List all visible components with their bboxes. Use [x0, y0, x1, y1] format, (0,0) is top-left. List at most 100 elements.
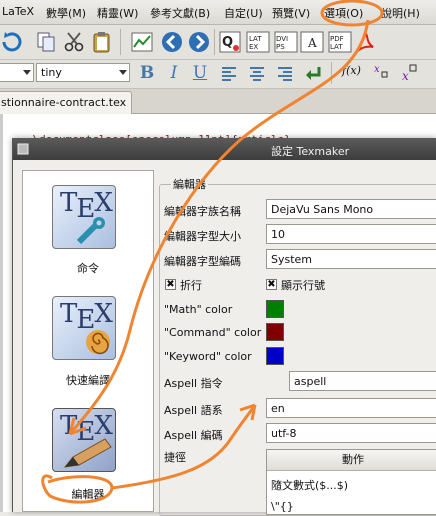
font-size-value: 10	[271, 228, 285, 241]
aspell-language-value: en	[271, 402, 285, 415]
math-color-label: "Math" color	[164, 303, 233, 316]
italic-icon[interactable]: I	[164, 63, 184, 83]
line-numbers-checkbox[interactable]: ✖	[266, 279, 277, 290]
dialog-titlebar[interactable]: 設定 Texmaker	[13, 138, 436, 160]
menu-wizard[interactable]: 精靈(W)	[97, 5, 138, 21]
svg-text:Q: Q	[222, 35, 233, 50]
paste-icon[interactable]	[90, 30, 114, 54]
group-title: 編輯器	[171, 176, 208, 192]
aspell-encoding-field[interactable]: utf-8	[266, 423, 436, 443]
forward-arrow-icon[interactable]	[187, 30, 211, 54]
shortcuts-table[interactable]: 動作 隨文數式($...$) \"{}	[266, 449, 436, 515]
cut-icon[interactable]	[62, 30, 86, 54]
svg-text:EX: EX	[249, 43, 258, 51]
menu-help[interactable]: 說明(H)	[381, 5, 420, 21]
dialog-title: 設定 Texmaker	[271, 145, 350, 158]
shortcut-row[interactable]: 隨文數式($...$)	[271, 477, 348, 493]
category-editor[interactable]: TEX 編輯器	[23, 408, 153, 508]
encoding-select[interactable]: System	[266, 249, 436, 269]
category-commands[interactable]: TEX 命令	[23, 185, 153, 285]
latex-icon[interactable]: LAT EX	[246, 30, 270, 54]
shortcut-row[interactable]: \"{}	[271, 500, 294, 513]
toolbar-separator	[214, 29, 215, 55]
settings-category-list: TEX 命令 TEX 快速編譯 TEX 編輯器	[22, 170, 154, 512]
editor-gutter	[0, 114, 3, 512]
menu-view[interactable]: 預覽(V)	[272, 5, 310, 21]
category-quick-build-label: 快速編譯	[66, 374, 110, 387]
category-quick-build[interactable]: TEX 快速編譯	[23, 296, 153, 396]
math-color-swatch[interactable]	[266, 300, 284, 318]
font-family-label: 編輯器字族名稱	[164, 205, 241, 218]
format-toolbar: tiny B I U f(x) x x	[0, 60, 436, 89]
menu-options[interactable]: 選項(O)	[324, 5, 363, 21]
menu-latex[interactable]: LaTeX	[2, 5, 34, 18]
align-center-icon[interactable]	[247, 64, 267, 84]
command-color-label: "Command" color	[164, 326, 262, 339]
svg-text:DVI: DVI	[276, 35, 288, 43]
svg-text:PS: PS	[276, 43, 285, 51]
new-line-icon[interactable]	[303, 64, 323, 84]
back-arrow-icon[interactable]	[160, 30, 184, 54]
menubar: LaTeX 數學(M) 精靈(W) 參考文獻(B) 自定(U) 預覽(V) 選項…	[0, 0, 436, 25]
menu-user[interactable]: 自定(U)	[224, 5, 263, 21]
aspell-command-field[interactable]: aspell	[289, 371, 436, 391]
font-family-field[interactable]: DejaVu Sans Mono	[266, 199, 436, 219]
commands-icon: TEX	[52, 185, 116, 249]
line-numbers-label: 顯示行號	[281, 279, 325, 292]
aspell-encoding-label: Aspell 編碼	[164, 429, 223, 442]
toolbar-separator	[331, 62, 332, 84]
view-icon[interactable]: A	[300, 30, 324, 54]
graph-icon[interactable]	[130, 30, 154, 54]
toolbar-separator	[120, 29, 121, 55]
editor-category-icon: TEX	[52, 408, 116, 472]
settings-dialog: 設定 Texmaker TEX 命令 TEX 快速編譯 TEX 編輯器 編輯器 …	[12, 138, 436, 516]
svg-text:LAT: LAT	[249, 35, 262, 43]
quick-build-icon[interactable]: Q	[218, 30, 242, 54]
aspell-command-value: aspell	[294, 375, 327, 388]
svg-text:LAT: LAT	[330, 43, 343, 51]
aspell-language-field[interactable]: en	[266, 398, 436, 418]
quick-build-category-icon: TEX	[52, 296, 116, 360]
pdflatex-icon[interactable]: PDF LAT	[328, 30, 352, 54]
underline-icon[interactable]: U	[190, 63, 210, 83]
tab-document[interactable]: stionnaire-contract.tex	[0, 91, 132, 114]
svg-text:A: A	[307, 36, 317, 50]
svg-text:PDF: PDF	[330, 35, 344, 43]
category-commands-label: 命令	[77, 262, 99, 275]
superscript-icon[interactable]: x	[400, 62, 424, 84]
font-family-value: DejaVu Sans Mono	[271, 203, 374, 216]
aspell-language-label: Aspell 語系	[164, 404, 223, 417]
function-icon[interactable]: f(x)	[342, 64, 364, 84]
encoding-label: 編輯器字型編碼	[164, 255, 241, 268]
command-color-swatch[interactable]	[266, 323, 284, 341]
bold-icon[interactable]: B	[137, 63, 157, 83]
align-right-icon[interactable]	[275, 64, 295, 84]
font-size-field[interactable]: 10	[266, 224, 436, 244]
style-select[interactable]	[0, 63, 34, 82]
copy-icon[interactable]	[34, 30, 58, 54]
subscript-icon[interactable]: x	[372, 62, 392, 84]
font-size-label: 編輯器字型大小	[164, 230, 241, 243]
align-left-icon[interactable]	[219, 64, 239, 84]
size-select-value: tiny	[41, 66, 62, 79]
size-select[interactable]: tiny	[36, 63, 130, 82]
wrap-checkbox[interactable]: ✖	[165, 279, 176, 290]
shortcuts-label: 捷徑	[164, 451, 186, 464]
shortcuts-header-action[interactable]: 動作	[267, 450, 436, 471]
tab-document-label: stionnaire-contract.tex	[1, 96, 127, 109]
main-toolbar: Q LAT EX DVI PS A PDF LAT	[0, 25, 436, 60]
keyword-color-label: "Keyword" color	[164, 350, 252, 363]
keyword-color-swatch[interactable]	[266, 347, 284, 365]
menu-bibliography[interactable]: 參考文獻(B)	[150, 5, 210, 21]
category-editor-label: 編輯器	[71, 488, 105, 501]
svg-text:x: x	[402, 69, 409, 83]
svg-text:x: x	[374, 64, 380, 75]
document-tabbar: stionnaire-contract.tex	[0, 89, 436, 114]
encoding-value: System	[271, 253, 313, 266]
window-icon	[17, 143, 29, 155]
pdf-icon[interactable]	[354, 30, 378, 54]
refresh-icon[interactable]	[0, 30, 24, 54]
dvips-icon[interactable]: DVI PS	[274, 30, 298, 54]
menu-math[interactable]: 數學(M)	[46, 5, 86, 21]
aspell-command-label: Aspell 指令	[164, 377, 223, 390]
